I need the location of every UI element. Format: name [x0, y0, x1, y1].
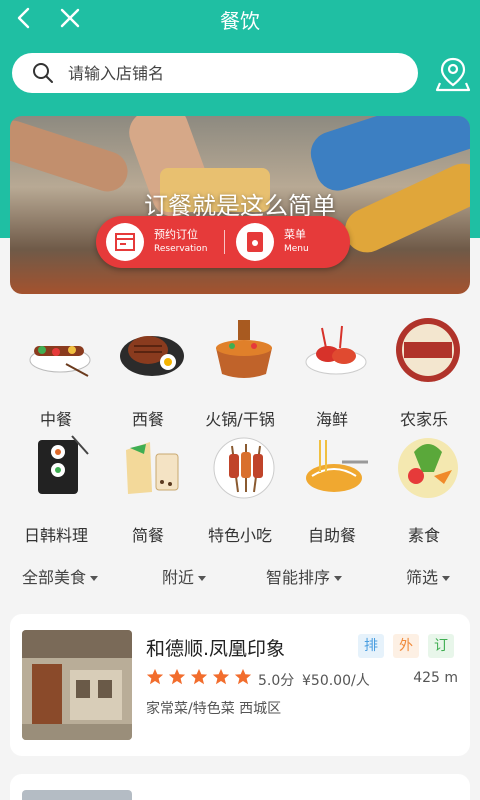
caret-down-icon: [90, 576, 99, 581]
category-seafood[interactable]: 海鲜: [288, 316, 376, 429]
restaurant-card[interactable]: 和德顺.凤凰印象 排 外 订 5.0分 ¥50.00/人 425 m 家常菜/特…: [10, 614, 470, 756]
filter-nearby[interactable]: 附近: [162, 564, 207, 587]
pill-divider: [224, 230, 225, 254]
promo-banner[interactable]: 订餐就是这么简单 预约订位 Reservation 菜单 Menu: [10, 116, 470, 294]
category-label: 海鲜: [315, 410, 348, 429]
queue-tag[interactable]: 排: [358, 634, 384, 658]
sushi-icon: [38, 435, 89, 494]
category-label: 素食: [407, 526, 440, 545]
caret-down-icon: [198, 576, 207, 581]
category-farmhouse[interactable]: 农家乐: [380, 316, 468, 429]
noodles-icon: [306, 440, 368, 492]
search-bar[interactable]: [12, 53, 418, 93]
category-fast-meal[interactable]: 简餐: [104, 432, 192, 545]
takeout-tag[interactable]: 外: [393, 634, 419, 658]
star-icon: [190, 668, 208, 685]
filter-all-food[interactable]: 全部美食: [22, 564, 99, 587]
caret-down-icon: [334, 576, 343, 581]
category-label: 自助餐: [307, 526, 356, 545]
category-label: 火锅/干锅: [205, 410, 275, 429]
category-japanese-korean[interactable]: 日韩料理: [12, 432, 100, 545]
filter-smart-sort[interactable]: 智能排序: [266, 564, 343, 587]
map-pin-icon[interactable]: [434, 55, 472, 93]
wrap-drink-icon: [126, 442, 179, 494]
category-vegetarian[interactable]: 素食: [380, 432, 468, 545]
category-buffet[interactable]: 自助餐: [288, 432, 376, 545]
hotpot-icon: [216, 320, 272, 378]
restaurant-page: 餐饮 订餐就是这么简单: [0, 0, 480, 800]
category-label: 简餐: [131, 526, 164, 545]
category-label: 日韩料理: [23, 526, 88, 545]
star-icon: [212, 668, 230, 685]
star-icon: [168, 668, 186, 685]
category-label: 特色小吃: [207, 526, 272, 545]
star-icon: [234, 668, 252, 685]
restaurant-price: ¥50.00/人: [302, 673, 370, 689]
banner-photo-detail: [10, 116, 133, 197]
restaurant-distance: 425 m: [413, 670, 458, 686]
reservation-icon: [106, 223, 144, 261]
filter-label: 附近: [162, 568, 195, 587]
restaurant-categories: 家常菜/特色菜 西城区: [146, 701, 282, 717]
category-label: 中餐: [39, 410, 72, 429]
category-chinese[interactable]: 中餐: [12, 316, 100, 429]
search-input[interactable]: [68, 53, 398, 93]
reserve-tag[interactable]: 订: [428, 634, 454, 658]
reservation-label: 预约订位: [154, 228, 198, 241]
filter-screen[interactable]: 筛选: [406, 564, 451, 587]
menu-sub-label: Menu: [284, 244, 309, 254]
filter-label: 筛选: [406, 568, 439, 587]
menu-button[interactable]: 菜单 Menu: [226, 216, 352, 268]
category-label: 西餐: [131, 410, 164, 429]
reservation-button[interactable]: 预约订位 Reservation: [96, 216, 222, 268]
category-snacks[interactable]: 特色小吃: [196, 432, 284, 545]
filter-label: 智能排序: [266, 568, 331, 587]
reservation-sub-label: Reservation: [154, 244, 208, 254]
caret-down-icon: [442, 576, 451, 581]
restaurant-photo: [22, 630, 132, 740]
menu-icon: [236, 223, 274, 261]
category-western[interactable]: 西餐: [104, 316, 192, 429]
vegetables-icon: [398, 438, 458, 498]
category-hotpot[interactable]: 火锅/干锅: [196, 316, 284, 429]
star-icon: [146, 668, 164, 685]
steak-icon: [120, 336, 184, 376]
filter-label: 全部美食: [22, 568, 87, 587]
page-title: 餐饮: [220, 9, 260, 33]
restaurant-name: 和德顺.凤凰印象: [146, 638, 286, 660]
bbq-skewer-icon: [29, 346, 91, 377]
search-icon: [33, 63, 53, 83]
restaurant-photo: [22, 790, 132, 800]
snack-skewers-icon: [213, 437, 275, 499]
category-label: 农家乐: [399, 410, 448, 429]
farmhouse-icon: [396, 318, 460, 382]
restaurant-score: 5.0分: [258, 673, 295, 689]
menu-label: 菜单: [284, 228, 306, 241]
restaurant-card-partial[interactable]: [10, 774, 470, 800]
banner-action-pill: 预约订位 Reservation 菜单 Menu: [96, 216, 350, 268]
crayfish-icon: [305, 325, 367, 375]
top-bar: 餐饮: [0, 0, 480, 36]
